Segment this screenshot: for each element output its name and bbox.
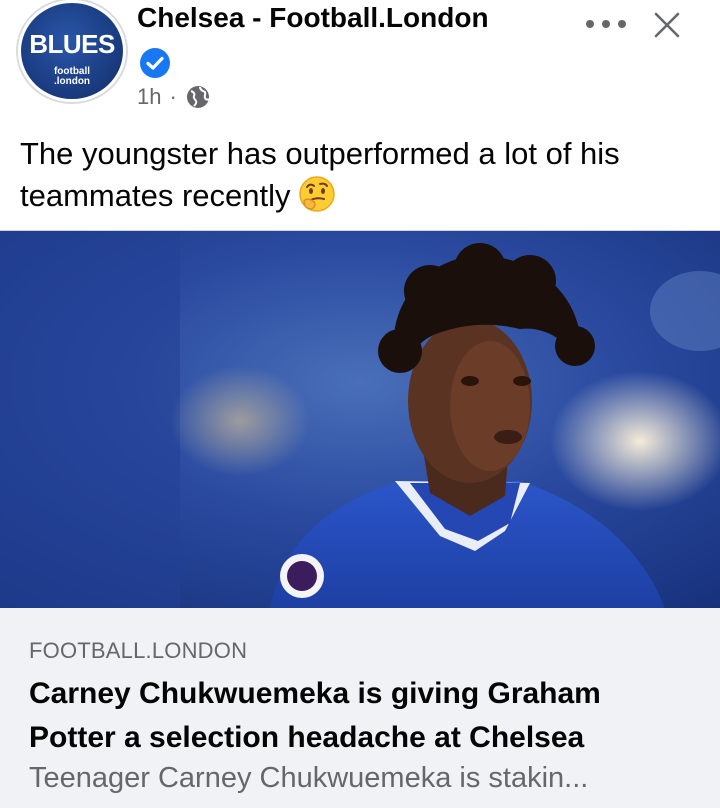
page-name-link[interactable]: Chelsea - Football.London [137, 2, 489, 34]
close-icon[interactable] [650, 8, 684, 42]
link-preview-card[interactable]: FOOTBALL.LONDON Carney Chukwuemeka is gi… [0, 608, 720, 808]
avatar-logo-subtext: football .london [53, 66, 91, 87]
thinking-face-emoji [297, 174, 337, 214]
more-horizontal-icon[interactable] [586, 14, 626, 34]
post-message: The youngster has outperformed a lot of … [20, 134, 700, 216]
link-title[interactable]: Carney Chukwuemeka is giving Graham Pott… [29, 672, 689, 760]
post-timestamp[interactable]: 1h [137, 84, 161, 110]
page-avatar[interactable]: BLUES football .london [18, 0, 126, 102]
post-header: BLUES football .london Chelsea - Footbal… [0, 0, 720, 120]
post-meta: 1h · [137, 82, 211, 112]
link-preview-image[interactable] [0, 230, 720, 609]
avatar-logo-text: BLUES [29, 29, 115, 59]
link-domain: FOOTBALL.LONDON [29, 638, 248, 663]
globe-icon[interactable] [185, 84, 211, 110]
meta-separator: · [169, 84, 177, 109]
link-description: Teenager Carney Chukwuemeka is stakin... [29, 762, 589, 794]
verified-badge-icon [140, 48, 170, 78]
